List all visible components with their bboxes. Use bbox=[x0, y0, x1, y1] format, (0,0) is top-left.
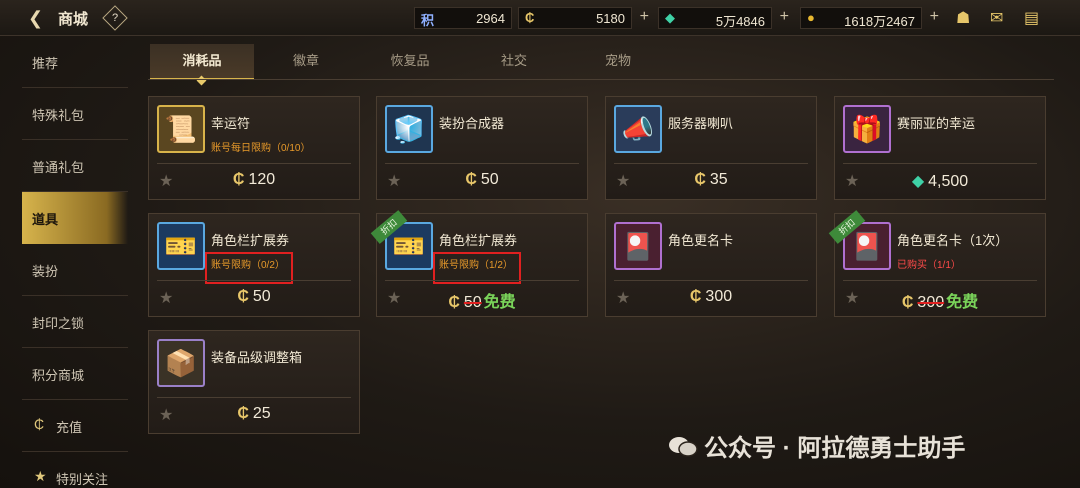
tab-consumables[interactable]: 消耗品 bbox=[150, 44, 254, 80]
wechat-icon bbox=[669, 437, 698, 457]
item-card-avatar-synthesizer[interactable]: 🧊 装扮合成器 ★ ₵ 50 bbox=[376, 96, 588, 200]
coin-icon: ₵ bbox=[448, 294, 460, 311]
item-price: ₵ 35 bbox=[694, 171, 728, 188]
item-price: ₵ 300 免费 bbox=[835, 288, 1045, 312]
tab-recovery[interactable]: 恢复品 bbox=[358, 44, 462, 80]
mail-icon[interactable]: ✉ bbox=[990, 8, 1003, 28]
item-name: 幸运符 bbox=[211, 116, 251, 131]
item-card-seria-luck[interactable]: 🎁 赛丽亚的幸运 ★ ◆ 4,500 bbox=[834, 96, 1046, 200]
sidebar-item-items[interactable]: 道具 bbox=[22, 192, 128, 244]
item-price: ₵ 50 免费 bbox=[377, 288, 587, 312]
item-name: 装备品级调整箱 bbox=[211, 350, 303, 365]
sidebar-item-recommend[interactable]: 推荐 bbox=[22, 36, 128, 88]
item-price: ◆ 4,500 bbox=[911, 173, 969, 190]
star-icon: ★ bbox=[34, 468, 47, 484]
points-currency: 积 2964 bbox=[414, 7, 512, 29]
coin-icon: ₵ bbox=[237, 288, 249, 305]
card-icon: 🎴 bbox=[614, 222, 662, 270]
item-price: ₵ 50 bbox=[237, 288, 271, 305]
sidebar-item-seal-lock[interactable]: 封印之锁 bbox=[22, 296, 128, 348]
tab-badges[interactable]: 徽章 bbox=[254, 44, 358, 80]
coin-icon: ₵ bbox=[465, 171, 477, 188]
item-name: 赛丽亚的幸运 bbox=[897, 116, 976, 131]
item-card-rename-card-once[interactable]: 🎴 折扣 角色更名卡（1次） 已购买（1/1） ★ ₵ 300 免费 bbox=[828, 210, 1046, 317]
back-arrow-icon[interactable]: ❮ bbox=[28, 8, 50, 28]
item-card-grade-adjust-box[interactable]: 📦 装备品级调整箱 ★ ₵ 25 bbox=[148, 330, 360, 434]
purchase-limit: 账号每日限购（0/10） bbox=[211, 143, 311, 154]
help-button[interactable]: ? bbox=[102, 5, 128, 31]
gold-currency: ● 1618万2467 + bbox=[800, 7, 939, 29]
sidebar-item-points-shop[interactable]: 积分商城 bbox=[22, 348, 128, 400]
item-name: 角色更名卡（1次） bbox=[897, 233, 1009, 248]
gem-icon: ◆ bbox=[911, 173, 925, 190]
coin-icon: ₵ bbox=[694, 171, 706, 188]
original-price: 300 bbox=[917, 294, 945, 311]
purchase-limit: 已购买（1/1） bbox=[897, 260, 961, 271]
gold-icon: ● bbox=[807, 10, 815, 25]
coin-icon: ₵ bbox=[901, 294, 914, 311]
item-name: 角色栏扩展券 bbox=[439, 233, 518, 248]
megaphone-icon: 📣 bbox=[614, 105, 662, 153]
item-name: 服务器喇叭 bbox=[668, 116, 734, 131]
item-card-rename-card[interactable]: 🎴 角色更名卡 ★ ₵ 300 bbox=[605, 213, 817, 317]
sidebar-item-favorites[interactable]: ★ 特别关注 bbox=[22, 452, 128, 488]
gem-currency: ◆ 5万4846 + bbox=[658, 7, 789, 29]
coin-currency: ₵ 5180 + bbox=[518, 7, 649, 29]
tab-divider bbox=[148, 79, 1054, 80]
box-icon: 📦 bbox=[157, 339, 205, 387]
coin-icon: ₵ bbox=[34, 416, 45, 432]
item-price: ₵ 25 bbox=[237, 405, 271, 422]
chat-icon[interactable]: ▤ bbox=[1024, 8, 1039, 28]
coin-icon: ₵ bbox=[237, 405, 249, 422]
coin-icon: ₵ bbox=[525, 10, 535, 25]
item-price: ₵ 120 bbox=[232, 171, 276, 188]
gold-value: 1618万2467 bbox=[844, 14, 915, 29]
item-card-slot-expansion-2[interactable]: 🎫 折扣 角色栏扩展券 账号限购（1/2） ★ ₵ 50 免费 bbox=[370, 210, 588, 317]
add-gold-button[interactable]: + bbox=[930, 8, 939, 26]
gem-icon: ◆ bbox=[665, 10, 675, 25]
item-name: 角色栏扩展券 bbox=[211, 233, 290, 248]
category-sidebar: 推荐 特殊礼包 普通礼包 道具 装扮 封印之锁 积分商城 ₵ 充值 ★ 特别关注 bbox=[0, 36, 128, 488]
tab-social[interactable]: 社交 bbox=[462, 44, 566, 80]
page-title: 商城 bbox=[58, 11, 89, 28]
add-coin-button[interactable]: + bbox=[640, 8, 649, 26]
item-name: 装扮合成器 bbox=[439, 116, 505, 131]
free-label: 免费 bbox=[946, 294, 979, 311]
item-price: ₵ 50 bbox=[465, 171, 499, 188]
points-value: 2964 bbox=[476, 11, 505, 26]
item-card-slot-expansion-1[interactable]: 🎫 角色栏扩展券 账号限购（0/2） ★ ₵ 50 bbox=[148, 213, 360, 317]
tab-pets[interactable]: 宠物 bbox=[566, 44, 670, 80]
sidebar-item-special-pack[interactable]: 特殊礼包 bbox=[22, 88, 128, 140]
item-price: ₵ 300 bbox=[689, 288, 733, 305]
gift-icon: 🎁 bbox=[843, 105, 891, 153]
top-bar: ❮ 商城 ? 积 2964 ₵ 5180 + ◆ 5万4846 + ● 1618… bbox=[0, 0, 1080, 36]
points-icon: 积 bbox=[421, 13, 435, 28]
add-gem-button[interactable]: + bbox=[780, 8, 789, 26]
watermark: 公众号 · 阿拉德勇士助手 bbox=[668, 428, 965, 463]
coin-icon: ₵ bbox=[232, 171, 245, 188]
coin-value: 5180 bbox=[596, 11, 625, 26]
gem-value: 5万4846 bbox=[715, 14, 765, 29]
scroll-icon: 📜 bbox=[157, 105, 205, 153]
item-card-server-horn[interactable]: 📣 服务器喇叭 ★ ₵ 35 bbox=[605, 96, 817, 200]
sidebar-item-normal-pack[interactable]: 普通礼包 bbox=[22, 140, 128, 192]
item-name: 角色更名卡 bbox=[668, 233, 734, 248]
coin-icon: ₵ bbox=[689, 288, 702, 305]
original-price: 50 bbox=[463, 294, 482, 311]
treasure-icon[interactable]: ☗ bbox=[956, 8, 970, 28]
sidebar-item-recharge[interactable]: ₵ 充值 bbox=[22, 400, 128, 452]
cube-icon: 🧊 bbox=[385, 105, 433, 153]
item-card-lucky-charm[interactable]: 📜 幸运符 账号每日限购（0/10） ★ ₵ 120 bbox=[148, 96, 360, 200]
sidebar-item-avatar[interactable]: 装扮 bbox=[22, 244, 128, 296]
ticket-icon: 🎫 bbox=[157, 222, 205, 270]
free-label: 免费 bbox=[483, 294, 516, 311]
